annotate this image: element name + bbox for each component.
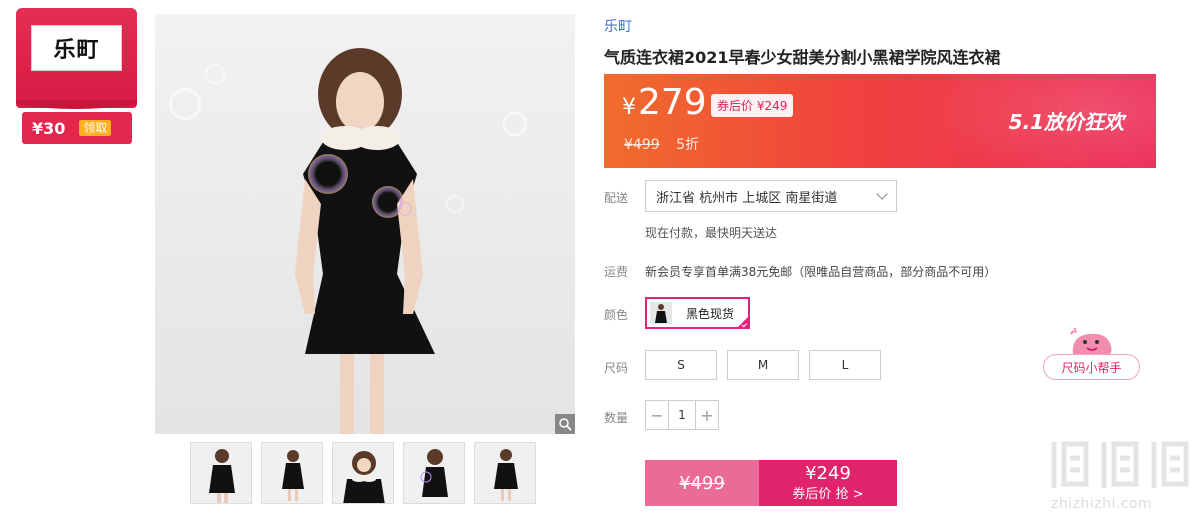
chevron-down-icon — [876, 188, 888, 200]
thumbnail-3[interactable] — [332, 442, 394, 504]
brand-link[interactable]: 乐町 — [604, 16, 632, 36]
zoom-button[interactable] — [555, 414, 575, 434]
color-swatch — [650, 302, 672, 324]
quantity-stepper: − 1 + — [645, 400, 719, 430]
magnifier-icon — [558, 417, 572, 431]
color-option-black[interactable]: 黑色现货 — [645, 297, 750, 329]
thumbnail-5[interactable] — [474, 442, 536, 504]
color-option-label: 黑色现货 — [686, 306, 735, 321]
coupon-amount: ¥30 — [32, 118, 66, 138]
thumbnail-2[interactable] — [261, 442, 323, 504]
currency-symbol: ¥ — [622, 95, 636, 120]
discount-label: 5折 — [676, 137, 700, 153]
buy-with-coupon-button[interactable]: ¥249 券后价 抢 > — [759, 460, 897, 506]
buy-price: ¥249 — [805, 463, 851, 484]
current-price: ¥ 279 — [622, 82, 707, 123]
address-select[interactable]: 浙江省 杭州市 上城区 南星街道 — [645, 180, 897, 212]
original-price: ¥499 — [624, 137, 660, 153]
watermark-text: zhizhizhi.com — [1051, 496, 1153, 512]
product-title: 气质连衣裙2021早春少女甜美分割小黑裙学院风连衣裙 — [604, 48, 1001, 67]
buy-action-label: 券后价 抢 > — [792, 487, 864, 502]
price-value: 279 — [638, 82, 707, 123]
thumbnail-1[interactable] — [190, 442, 252, 504]
shipping-fee-label: 运费 — [604, 265, 629, 279]
decrement-button[interactable]: − — [646, 401, 668, 429]
thumbnail-4[interactable] — [403, 442, 465, 504]
delivery-label: 配送 — [604, 191, 629, 205]
thumbnail-strip — [190, 442, 536, 504]
shipping-fee-note: 新会员专享首单满38元免邮（限唯品自营商品，部分商品不可用） — [645, 265, 997, 279]
size-option-m[interactable]: M — [727, 350, 799, 380]
main-product-image[interactable] — [155, 14, 575, 434]
size-option-l[interactable]: L — [809, 350, 881, 380]
delivery-note: 现在付款，最快明天送达 — [645, 226, 778, 240]
store-badge[interactable]: 乐町 — [16, 8, 137, 109]
store-logo: 乐町 — [31, 25, 122, 71]
address-value: 浙江省 杭州市 上城区 南星街道 — [656, 190, 838, 206]
after-coupon-tag: 券后价 ¥249 — [711, 94, 794, 117]
claim-coupon-button[interactable]: 领取 — [79, 120, 112, 136]
store-coupon[interactable]: ¥30 领取 — [22, 112, 132, 144]
product-page: 乐町 ¥30 领取 乐町 气质连衣裙2021早春少女甜美分割小黑裙学院风连衣裙 … — [0, 0, 1199, 520]
color-label: 颜色 — [604, 308, 629, 322]
quantity-value[interactable]: 1 — [668, 401, 696, 429]
watermark-logo — [1051, 441, 1189, 488]
site-watermark: zhizhizhi.com — [1046, 434, 1196, 518]
quantity-label: 数量 — [604, 411, 629, 425]
price-banner: ¥ 279 券后价 ¥249 ¥499 5折 5.1放价狂欢 — [604, 74, 1156, 168]
increment-button[interactable]: + — [696, 401, 718, 429]
size-label: 尺码 — [604, 361, 629, 375]
dress-photo-illustration — [169, 48, 527, 434]
original-price-button[interactable]: ¥499 — [645, 460, 759, 506]
size-helper[interactable]: 尺码小帮手 — [1043, 328, 1141, 382]
size-helper-label: 尺码小帮手 — [1043, 354, 1140, 380]
promo-title: 5.1放价狂欢 — [1008, 110, 1124, 134]
size-option-s[interactable]: S — [645, 350, 717, 380]
original-price-row: ¥499 5折 — [624, 134, 699, 154]
